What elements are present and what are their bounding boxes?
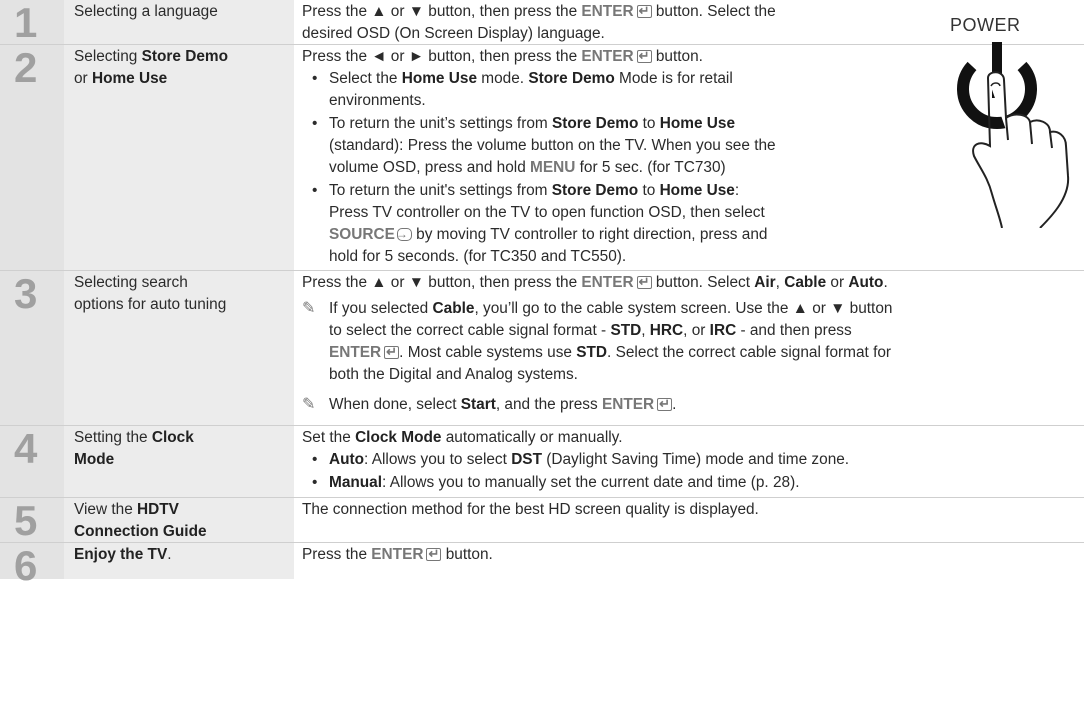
step-content: Press the ◄ or ► button, then press the … (302, 45, 924, 269)
step-label: Selecting search options for auto tuning (64, 271, 294, 425)
step-row-3: 3 Selecting search options for auto tuni… (0, 271, 1084, 426)
step-row-5: 5 View the HDTV Connection Guide The con… (0, 498, 1084, 543)
step-label: Selecting a language (64, 0, 294, 44)
list-item: To return the unit's settings from Store… (302, 180, 924, 268)
step-number: 1 (0, 0, 64, 44)
step-number: 2 (0, 45, 64, 270)
enter-icon (636, 271, 652, 293)
note: ✎ If you selected Cable, you’ll go to th… (302, 298, 1084, 386)
enter-icon (426, 543, 442, 565)
step-number: 5 (0, 498, 64, 542)
step-label: Setting the Clock Mode (64, 426, 294, 497)
step-content: The connection method for the best HD sc… (302, 501, 759, 518)
step-row-4: 4 Setting the Clock Mode Set the Clock M… (0, 426, 1084, 498)
enter-key-label: ENTER (581, 48, 634, 65)
step-content: Press the ▲ or ▼ button, then press the … (302, 271, 1084, 416)
step-content: Set the Clock Mode automatically or manu… (302, 427, 1076, 495)
note-pencil-icon: ✎ (302, 300, 316, 317)
step-number: 4 (0, 426, 64, 497)
note-pencil-icon: ✎ (302, 396, 316, 413)
enter-icon (657, 393, 673, 415)
step-row-1: 1 Selecting a language Press the ▲ or ▼ … (0, 0, 1084, 45)
list-item: Select the Home Use mode. Store Demo Mod… (302, 68, 924, 112)
step-number: 6 (0, 543, 64, 587)
enter-icon (636, 45, 652, 67)
list-item: To return the unit’s settings from Store… (302, 113, 924, 179)
power-hand-icon (957, 42, 1070, 228)
enter-key-label: ENTER (581, 274, 634, 291)
list-item: Auto: Allows you to select DST (Daylight… (302, 449, 1076, 471)
list-item: Manual: Allows you to manually set the c… (302, 472, 1076, 494)
enter-icon (636, 0, 652, 22)
step-label: Enjoy the TV. (64, 543, 294, 579)
step-label: View the HDTV Connection Guide (64, 498, 294, 542)
source-icon (396, 223, 412, 245)
step-content: Press the ENTER button. (302, 543, 1076, 566)
step-label: Selecting Store Demo or Home Use (64, 45, 294, 270)
note: ✎ When done, select Start, and the press… (302, 393, 1084, 416)
step-number: 3 (0, 271, 64, 425)
step-row-2: 2 Selecting Store Demo or Home Use Press… (0, 45, 1084, 271)
enter-key-label: ENTER (371, 546, 424, 563)
power-button-illustration: POWER (930, 14, 1080, 228)
step-row-6: 6 Enjoy the TV. Press the ENTER button. (0, 543, 1084, 587)
enter-key-label: ENTER (581, 3, 634, 20)
enter-icon (384, 341, 400, 363)
